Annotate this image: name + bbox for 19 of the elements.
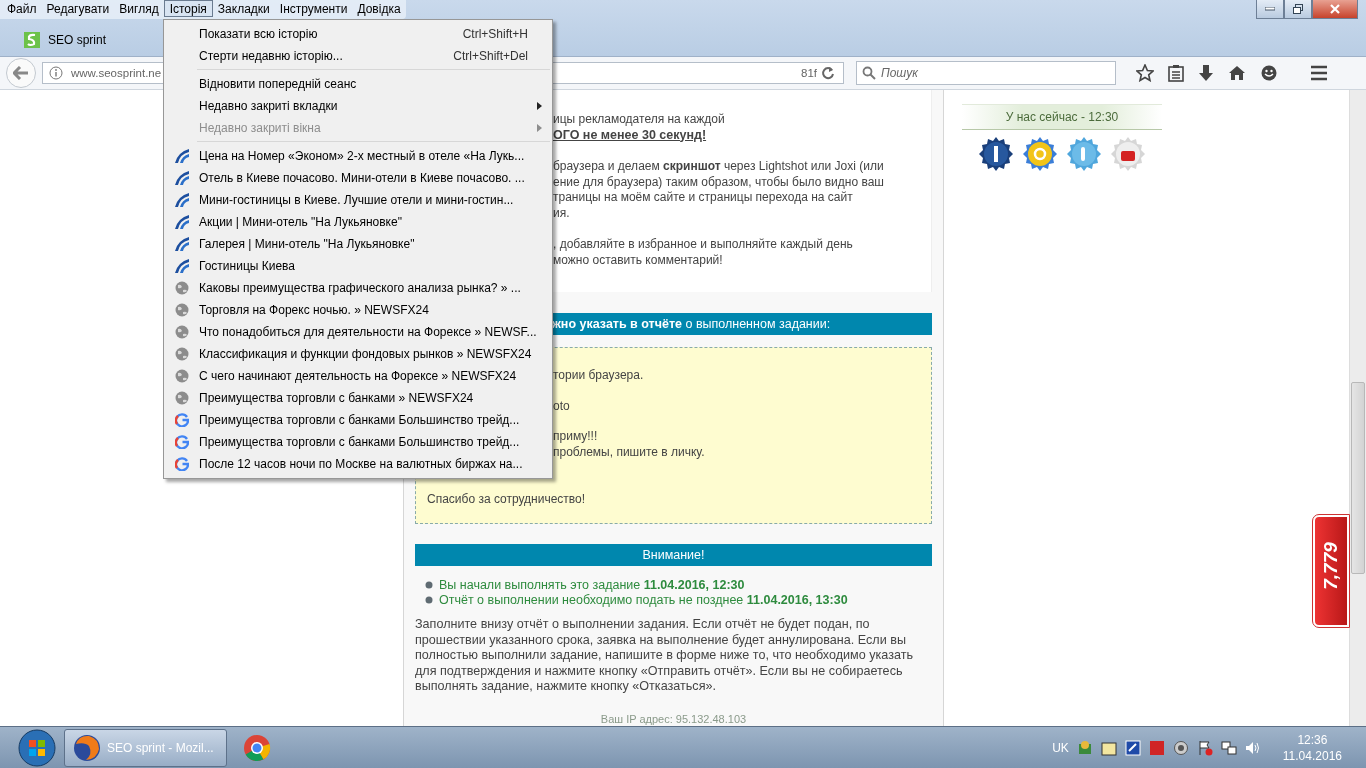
attention-header: Внимание! xyxy=(415,544,932,566)
text-line: Спасибо за сотрудничество! xyxy=(427,492,586,508)
server-time-header: У нас сейчас - 12:30 xyxy=(962,104,1162,130)
deadline-text: Отчёт о выполнении необходимо подать не позднее 11.04.2016, 13:30 xyxy=(439,593,848,607)
deadline-text: Вы начали выполнять это задание 11.04.2016, 12:30 xyxy=(439,578,745,592)
text-line: проблемы, пишите в личку. xyxy=(553,444,705,460)
text-line: приму!!! xyxy=(553,429,598,445)
text-line: oto xyxy=(553,398,570,414)
text-line: тории браузера. xyxy=(553,368,644,384)
text-line: , добавляйте в избранное и выполняйте каждый день xyxy=(553,237,853,253)
text-line: ия. xyxy=(553,205,570,221)
text-line: браузера и делаем скриншот через Lightshot или Joxi (или xyxy=(553,159,884,175)
text-line: траницы на моём сайте и страницы перехода на сайт xyxy=(553,190,853,206)
text-line: ицы рекламодателя на каждой xyxy=(553,112,725,128)
text-line: ОГО не менее 30 секунд! xyxy=(553,127,707,143)
text-line: ение для браузера) таким образом, чтобы было видно ваш xyxy=(553,174,884,190)
ip-address-text: Ваш IP адрес: 95.132.48.103 xyxy=(599,712,748,725)
text-line: можно оставить комментарий! xyxy=(553,252,723,268)
instructions-text: Заполните внизу отчёт о выполнении задания. Если отчёт не будет подан, по прошествии указанного срока, заявка на выполнение будет аннулирована. Если вы полностью выполнили задание, напишите в форме ниже то, что необходимо указать для подтверждения и нажмите кнопку «Отправить отчёт». Если вы не собираетесь выполнять задание, нажмите кнопку «Отказаться». xyxy=(415,617,915,695)
